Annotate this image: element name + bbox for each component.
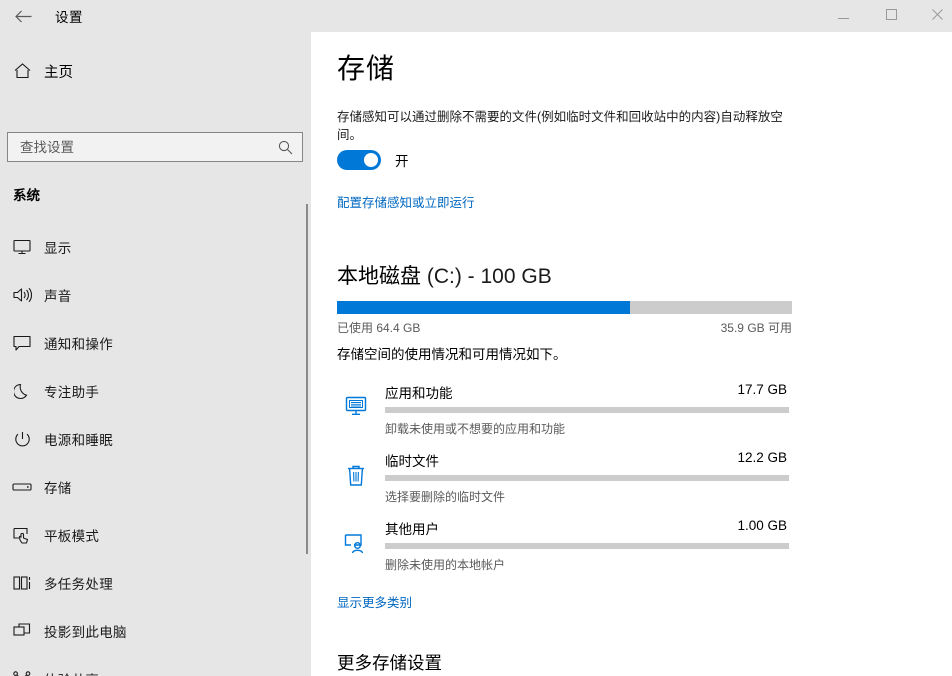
category-description: 选择要删除的临时文件 <box>385 488 505 505</box>
search-box[interactable] <box>7 132 303 162</box>
power-icon <box>0 431 44 448</box>
search-icon[interactable] <box>268 133 302 161</box>
sidebar-scrollbar[interactable] <box>303 32 311 676</box>
sidebar-item-tablet-mode[interactable]: 平板模式 <box>0 511 300 559</box>
page-title: 存储 <box>337 47 395 87</box>
sidebar-nav-list: 显示 声音 通知和 <box>0 223 300 676</box>
sidebar-item-power-sleep[interactable]: 电源和睡眠 <box>0 415 300 463</box>
sidebar-item-display[interactable]: 显示 <box>0 223 300 271</box>
trash-icon <box>341 460 371 490</box>
maximize-icon <box>886 7 897 25</box>
toggle-knob <box>364 153 378 167</box>
settings-window: 设置 主页 <box>0 0 952 676</box>
category-name: 应用和功能 <box>385 382 453 402</box>
close-icon <box>932 7 943 25</box>
category-description: 卸载未使用或不想要的应用和功能 <box>385 420 565 437</box>
maximize-button[interactable] <box>868 0 914 32</box>
other-users-icon <box>341 528 371 558</box>
sidebar-item-label: 声音 <box>44 285 72 305</box>
category-size: 1.00 GB <box>737 518 787 533</box>
disk-name: 本地磁盘 <box>337 265 421 288</box>
project-icon <box>0 623 44 639</box>
back-button[interactable] <box>0 0 46 32</box>
category-description: 删除未使用的本地帐户 <box>385 556 505 573</box>
close-button[interactable] <box>914 0 952 32</box>
configure-storage-sense-link[interactable]: 配置存储感知或立即运行 <box>337 192 475 211</box>
multitask-icon <box>0 575 44 591</box>
category-size: 12.2 GB <box>737 450 787 465</box>
storage-sense-description: 存储感知可以通过删除不需要的文件(例如临时文件和回收站中的内容)自动释放空间。 <box>337 108 787 144</box>
sidebar-item-shared-experiences[interactable]: 体验共享 <box>0 655 300 676</box>
disk-drive-capacity: (C:) - 100 GB <box>427 265 552 288</box>
sidebar-item-label: 通知和操作 <box>44 333 113 353</box>
storage-category-temp-files[interactable]: 临时文件 12.2 GB 选择要删除的临时文件 <box>337 448 797 516</box>
main-content: 存储 存储感知可以通过删除不需要的文件(例如临时文件和回收站中的内容)自动释放空… <box>311 32 952 676</box>
sidebar-item-focus-assist[interactable]: 专注助手 <box>0 367 300 415</box>
sidebar-group-title: 系统 <box>13 184 40 204</box>
category-name: 其他用户 <box>385 518 439 538</box>
sidebar-item-label: 存储 <box>44 477 72 497</box>
sidebar-item-label: 电源和睡眠 <box>44 429 113 449</box>
sidebar-home-label: 主页 <box>44 61 73 82</box>
sidebar-item-label: 体验共享 <box>44 669 99 676</box>
moon-icon <box>0 383 44 400</box>
home-icon <box>0 63 44 79</box>
speaker-icon <box>0 287 44 303</box>
minimize-icon <box>838 7 849 25</box>
sidebar-item-label: 平板模式 <box>44 525 99 545</box>
sidebar-item-home[interactable]: 主页 <box>0 54 290 88</box>
disk-usage-bar-fill <box>337 301 630 314</box>
more-storage-settings-title: 更多存储设置 <box>337 650 442 675</box>
sidebar-scrollbar-thumb[interactable] <box>306 204 308 554</box>
title-bar: 设置 <box>0 0 952 32</box>
sidebar-item-label: 专注助手 <box>44 381 99 401</box>
back-arrow-icon <box>15 10 32 23</box>
minimize-button[interactable] <box>820 0 866 32</box>
disk-title: 本地磁盘 (C:) - 100 GB <box>337 260 552 290</box>
notification-icon <box>0 335 44 351</box>
sidebar-item-project-to-pc[interactable]: 投影到此电脑 <box>0 607 300 655</box>
usage-note: 存储空间的使用情况和可用情况如下。 <box>337 343 567 363</box>
storage-sense-toggle-row: 开 <box>337 150 409 170</box>
window-title: 设置 <box>55 0 83 32</box>
category-name: 临时文件 <box>385 450 439 470</box>
sidebar-item-sound[interactable]: 声音 <box>0 271 300 319</box>
show-more-categories-link[interactable]: 显示更多类别 <box>337 592 412 611</box>
tablet-icon <box>0 527 44 544</box>
storage-sense-toggle-label: 开 <box>395 150 409 170</box>
sidebar-item-multitasking[interactable]: 多任务处理 <box>0 559 300 607</box>
search-input[interactable] <box>8 133 268 161</box>
disk-usage-bar <box>337 301 792 314</box>
storage-category-other-users[interactable]: 其他用户 1.00 GB 删除未使用的本地帐户 <box>337 516 797 584</box>
category-bar <box>385 407 789 413</box>
apps-monitor-icon <box>341 392 371 422</box>
monitor-icon <box>0 239 44 255</box>
disk-free-label: 35.9 GB 可用 <box>337 319 792 336</box>
sidebar-item-label: 多任务处理 <box>44 573 113 593</box>
storage-category-apps[interactable]: 应用和功能 17.7 GB 卸载未使用或不想要的应用和功能 <box>337 380 797 448</box>
category-bar <box>385 543 789 549</box>
category-bar <box>385 475 789 481</box>
category-size: 17.7 GB <box>737 382 787 397</box>
storage-icon <box>0 481 44 493</box>
sidebar: 主页 系统 显示 <box>0 32 311 676</box>
sidebar-item-storage[interactable]: 存储 <box>0 463 300 511</box>
sidebar-item-notifications[interactable]: 通知和操作 <box>0 319 300 367</box>
share-icon <box>0 671 44 676</box>
storage-category-list: 应用和功能 17.7 GB 卸载未使用或不想要的应用和功能 临时文件 <box>337 380 797 584</box>
sidebar-item-label: 投影到此电脑 <box>44 621 127 641</box>
sidebar-item-label: 显示 <box>44 237 72 257</box>
storage-sense-toggle[interactable] <box>337 150 381 170</box>
